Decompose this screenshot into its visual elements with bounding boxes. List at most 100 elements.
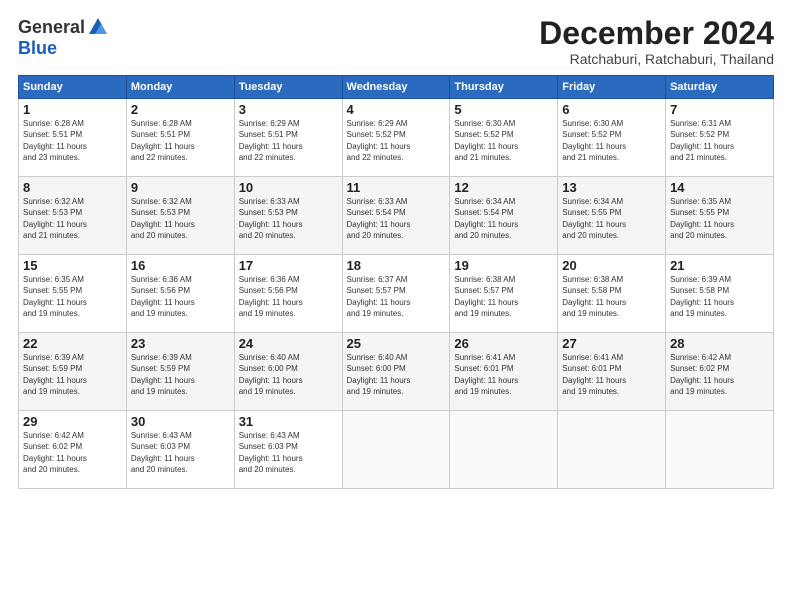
day-number: 10 — [239, 180, 338, 195]
day-detail: Sunrise: 6:36 AMSunset: 5:56 PMDaylight:… — [239, 274, 338, 319]
logo-blue-text: Blue — [18, 38, 57, 59]
day-cell: 10Sunrise: 6:33 AMSunset: 5:53 PMDayligh… — [234, 177, 342, 255]
day-detail: Sunrise: 6:39 AMSunset: 5:59 PMDaylight:… — [23, 352, 122, 397]
day-cell: 18Sunrise: 6:37 AMSunset: 5:57 PMDayligh… — [342, 255, 450, 333]
day-number: 3 — [239, 102, 338, 117]
day-cell — [342, 411, 450, 489]
day-number: 22 — [23, 336, 122, 351]
day-number: 5 — [454, 102, 553, 117]
day-cell: 27Sunrise: 6:41 AMSunset: 6:01 PMDayligh… — [558, 333, 666, 411]
week-row-3: 15Sunrise: 6:35 AMSunset: 5:55 PMDayligh… — [19, 255, 774, 333]
header: General Blue December 2024 Ratchaburi, R… — [18, 16, 774, 67]
header-tuesday: Tuesday — [234, 76, 342, 99]
day-number: 30 — [131, 414, 230, 429]
day-number: 6 — [562, 102, 661, 117]
logo-icon — [87, 16, 109, 38]
day-detail: Sunrise: 6:29 AMSunset: 5:52 PMDaylight:… — [347, 118, 446, 163]
day-detail: Sunrise: 6:36 AMSunset: 5:56 PMDaylight:… — [131, 274, 230, 319]
day-cell — [450, 411, 558, 489]
day-detail: Sunrise: 6:42 AMSunset: 6:02 PMDaylight:… — [670, 352, 769, 397]
week-row-1: 1Sunrise: 6:28 AMSunset: 5:51 PMDaylight… — [19, 99, 774, 177]
day-detail: Sunrise: 6:32 AMSunset: 5:53 PMDaylight:… — [131, 196, 230, 241]
header-monday: Monday — [126, 76, 234, 99]
day-number: 28 — [670, 336, 769, 351]
day-number: 2 — [131, 102, 230, 117]
header-friday: Friday — [558, 76, 666, 99]
day-detail: Sunrise: 6:29 AMSunset: 5:51 PMDaylight:… — [239, 118, 338, 163]
day-detail: Sunrise: 6:41 AMSunset: 6:01 PMDaylight:… — [562, 352, 661, 397]
day-cell: 9Sunrise: 6:32 AMSunset: 5:53 PMDaylight… — [126, 177, 234, 255]
day-detail: Sunrise: 6:40 AMSunset: 6:00 PMDaylight:… — [239, 352, 338, 397]
day-cell: 14Sunrise: 6:35 AMSunset: 5:55 PMDayligh… — [666, 177, 774, 255]
day-detail: Sunrise: 6:30 AMSunset: 5:52 PMDaylight:… — [454, 118, 553, 163]
day-detail: Sunrise: 6:31 AMSunset: 5:52 PMDaylight:… — [670, 118, 769, 163]
week-row-2: 8 Sunrise: 6:32 AMSunset: 5:53 PMDaylight… — [19, 177, 774, 255]
calendar-header-row: SundayMondayTuesdayWednesdayThursdayFrid… — [19, 76, 774, 99]
day-cell: 29Sunrise: 6:42 AMSunset: 6:02 PMDayligh… — [19, 411, 127, 489]
day-cell: 11Sunrise: 6:33 AMSunset: 5:54 PMDayligh… — [342, 177, 450, 255]
day-cell: 25Sunrise: 6:40 AMSunset: 6:00 PMDayligh… — [342, 333, 450, 411]
day-cell: 2Sunrise: 6:28 AMSunset: 5:51 PMDaylight… — [126, 99, 234, 177]
day-number: 19 — [454, 258, 553, 273]
day-number: 9 — [131, 180, 230, 195]
day-cell: 16Sunrise: 6:36 AMSunset: 5:56 PMDayligh… — [126, 255, 234, 333]
day-cell: 24Sunrise: 6:40 AMSunset: 6:00 PMDayligh… — [234, 333, 342, 411]
day-detail: Sunrise: 6:37 AMSunset: 5:57 PMDaylight:… — [347, 274, 446, 319]
day-cell: 31Sunrise: 6:43 AMSunset: 6:03 PMDayligh… — [234, 411, 342, 489]
day-cell: 4Sunrise: 6:29 AMSunset: 5:52 PMDaylight… — [342, 99, 450, 177]
day-number: 17 — [239, 258, 338, 273]
day-detail: Sunrise: 6:39 AMSunset: 5:59 PMDaylight:… — [131, 352, 230, 397]
day-cell: 21Sunrise: 6:39 AMSunset: 5:58 PMDayligh… — [666, 255, 774, 333]
page: General Blue December 2024 Ratchaburi, R… — [0, 0, 792, 612]
day-detail: Sunrise: 6:43 AMSunset: 6:03 PMDaylight:… — [239, 430, 338, 475]
day-cell: 20Sunrise: 6:38 AMSunset: 5:58 PMDayligh… — [558, 255, 666, 333]
day-number: 27 — [562, 336, 661, 351]
day-detail: Sunrise: 6:41 AMSunset: 6:01 PMDaylight:… — [454, 352, 553, 397]
day-number: 16 — [131, 258, 230, 273]
day-cell — [558, 411, 666, 489]
day-cell: 30Sunrise: 6:43 AMSunset: 6:03 PMDayligh… — [126, 411, 234, 489]
day-detail: Sunrise: 6:34 AMSunset: 5:55 PMDaylight:… — [562, 196, 661, 241]
day-detail: Sunrise: 6:38 AMSunset: 5:57 PMDaylight:… — [454, 274, 553, 319]
week-row-4: 22Sunrise: 6:39 AMSunset: 5:59 PMDayligh… — [19, 333, 774, 411]
day-detail: Sunrise: 6:30 AMSunset: 5:52 PMDaylight:… — [562, 118, 661, 163]
title-area: December 2024 Ratchaburi, Ratchaburi, Th… — [539, 16, 774, 67]
header-wednesday: Wednesday — [342, 76, 450, 99]
day-number: 1 — [23, 102, 122, 117]
day-detail: Sunrise: 6:43 AMSunset: 6:03 PMDaylight:… — [131, 430, 230, 475]
day-cell — [666, 411, 774, 489]
day-cell: 12Sunrise: 6:34 AMSunset: 5:54 PMDayligh… — [450, 177, 558, 255]
day-number: 4 — [347, 102, 446, 117]
day-cell: 15Sunrise: 6:35 AMSunset: 5:55 PMDayligh… — [19, 255, 127, 333]
day-detail: Sunrise: 6:28 AMSunset: 5:51 PMDaylight:… — [131, 118, 230, 163]
day-cell: 19Sunrise: 6:38 AMSunset: 5:57 PMDayligh… — [450, 255, 558, 333]
day-cell: 8Sunrise: 6:32 AMSunset: 5:53 PMDaylight… — [19, 177, 127, 255]
subtitle: Ratchaburi, Ratchaburi, Thailand — [539, 51, 774, 67]
day-number: 8 — [23, 180, 122, 195]
week-row-5: 29Sunrise: 6:42 AMSunset: 6:02 PMDayligh… — [19, 411, 774, 489]
day-cell: 26Sunrise: 6:41 AMSunset: 6:01 PMDayligh… — [450, 333, 558, 411]
day-cell: 28Sunrise: 6:42 AMSunset: 6:02 PMDayligh… — [666, 333, 774, 411]
day-number: 11 — [347, 180, 446, 195]
day-detail: Sunrise: 6:35 AMSunset: 5:55 PMDaylight:… — [670, 196, 769, 241]
day-number: 26 — [454, 336, 553, 351]
day-detail: Sunrise: 6:39 AMSunset: 5:58 PMDaylight:… — [670, 274, 769, 319]
day-cell: 17Sunrise: 6:36 AMSunset: 5:56 PMDayligh… — [234, 255, 342, 333]
day-detail: Sunrise: 6:38 AMSunset: 5:58 PMDaylight:… — [562, 274, 661, 319]
day-number: 18 — [347, 258, 446, 273]
day-number: 29 — [23, 414, 122, 429]
header-sunday: Sunday — [19, 76, 127, 99]
day-cell: 5Sunrise: 6:30 AMSunset: 5:52 PMDaylight… — [450, 99, 558, 177]
day-detail: Sunrise: 6:28 AMSunset: 5:51 PMDaylight:… — [23, 118, 122, 163]
day-cell: 3Sunrise: 6:29 AMSunset: 5:51 PMDaylight… — [234, 99, 342, 177]
day-number: 24 — [239, 336, 338, 351]
header-saturday: Saturday — [666, 76, 774, 99]
day-number: 13 — [562, 180, 661, 195]
day-number: 25 — [347, 336, 446, 351]
calendar-table: SundayMondayTuesdayWednesdayThursdayFrid… — [18, 75, 774, 489]
day-detail: Sunrise: 6:33 AMSunset: 5:54 PMDaylight:… — [347, 196, 446, 241]
day-detail: Sunrise: 6:42 AMSunset: 6:02 PMDaylight:… — [23, 430, 122, 475]
day-cell: 22Sunrise: 6:39 AMSunset: 5:59 PMDayligh… — [19, 333, 127, 411]
day-number: 14 — [670, 180, 769, 195]
day-cell: 1Sunrise: 6:28 AMSunset: 5:51 PMDaylight… — [19, 99, 127, 177]
